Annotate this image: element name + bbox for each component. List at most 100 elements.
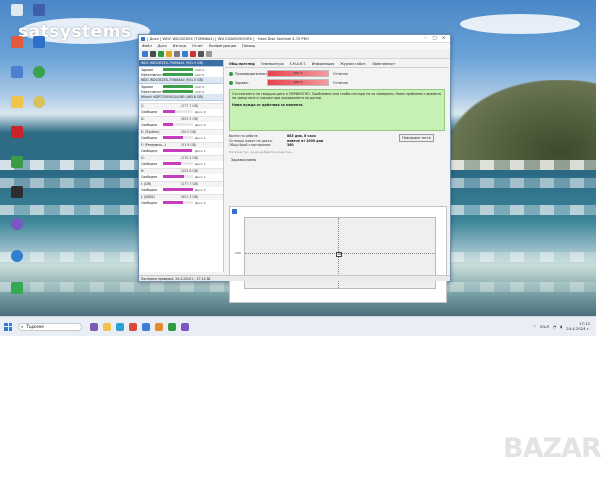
taskbar-search[interactable]: ⌕ Търсене [18,322,82,331]
disk-header[interactable]: WDC WD10EZEX-75WN4A1 (931.5 GB) [139,60,223,67]
free-label: Свободни [141,174,158,179]
task-view-icon[interactable] [90,322,98,331]
desktop-icon-app[interactable] [6,250,28,262]
desktop-icon-app[interactable] [6,36,28,48]
partition-item[interactable]: G: (270.4 GB) Свободни Диск 1 [139,155,223,166]
app-icon[interactable] [168,322,176,331]
partition-item[interactable]: F: (Резервни...) (51.9 GB) Свободни Диск 1 [139,142,223,153]
status-bar: Последна проверка: 24.4.2024 г., 17:12:3… [139,275,450,281]
partition-name: I: (DR) [141,182,152,186]
partition-name: E: (System) [141,130,160,134]
partition-disk: Диск 1 [195,148,206,153]
partition-free-bar [163,200,193,205]
repeat-test-button[interactable]: Повтаряне теста [399,134,434,142]
window-titlebar[interactable]: [ Диск ] WDC WD10EZEX (TSMN6A1) [ WD EZA… [139,35,450,43]
chart-settings-icon[interactable] [232,209,237,214]
refresh-icon[interactable] [142,50,148,57]
desktop-icon-app[interactable] [6,282,28,294]
settings-icon[interactable] [174,50,180,57]
menu-item[interactable]: Помощ [242,44,255,48]
hill-landscape [448,80,596,170]
edge-icon[interactable] [116,322,124,331]
performance-label: Ефективност [141,72,163,77]
language-indicator[interactable]: БЪЛ [540,324,549,329]
clock[interactable]: 17:12 24.4.2024 г. [566,321,590,331]
tab-event-log[interactable]: Журнал събит. [340,62,366,66]
desktop-icon-app[interactable] [6,156,28,168]
ok-icon [229,80,233,85]
system-tray: ^ БЪЛ ◔ ◖ 17:12 24.4.2024 г. [533,321,596,331]
partition-free-row: Свободни Диск 1 [139,148,223,153]
hard-disk-sentinel-window: [ Диск ] WDC WD10EZEX (TSMN6A1) [ WD EZA… [138,34,451,303]
menu-item[interactable]: Конфигурация [209,44,236,48]
alert-icon[interactable] [190,50,196,57]
network-icon[interactable]: ◔ [553,324,556,329]
status-text: Състоянието на твърдия диск е ПЕРФЕКТНО.… [232,92,442,100]
partition-item[interactable]: E: (System) (50.0 GB) Свободни Диск 1 [139,129,223,140]
desktop-icon-app[interactable] [6,186,28,198]
health-gauge: 100 % [267,79,329,86]
partition-size: (277.7 GB) [181,104,199,108]
tab-temperature[interactable]: Температура [261,62,284,66]
app-icon[interactable] [129,322,137,331]
desktop-icon-viber[interactable] [6,218,28,230]
toolbar [139,49,450,59]
desktop-icon-folder[interactable] [6,96,28,108]
partition-list: C: (277.7 GB) Свободни Диск 0 D: (653.5 GB) Св… [139,103,223,205]
viber-icon[interactable] [181,322,189,331]
data-point: 100 [336,251,343,257]
app-icon[interactable] [142,322,150,331]
partition-free-row: Свободни Диск 1 [139,161,223,166]
desktop-icon-app[interactable] [28,66,50,78]
partition-item[interactable]: D: (653.5 GB) Свободни Диск 0 [139,116,223,127]
menu-item[interactable]: Изглед [173,44,186,48]
taskbar: ⌕ Търсене ^ БЪЛ ◔ ◖ 17:12 24.4.2024 г. [0,316,596,336]
help-icon[interactable] [206,50,212,57]
desktop-icon-app[interactable] [6,66,28,78]
health-value: 100 % [195,84,205,89]
partition-item[interactable]: C: (277.7 GB) Свободни Диск 0 [139,103,223,114]
minimize-icon[interactable]: – [421,36,430,41]
partition-item[interactable]: J: (DATA) (651.3 GB) Свободни Диск 2 [139,194,223,205]
desktop-icon-app[interactable] [6,126,28,138]
section-title: Здравословно [231,157,257,162]
tab-smart[interactable]: S.M.A.R.T. [290,62,306,66]
menu-item[interactable]: Отчет [192,44,203,48]
windows-start-icon[interactable] [4,322,12,331]
advice-text: Няма нужда от действия за момента. [232,103,304,107]
metric-status: Отлично [333,71,348,76]
disk-info: Време на работа: 883 дни, 8 часа Оставащ … [229,134,445,148]
menu-item[interactable]: Диск [158,44,167,48]
disk-icon[interactable] [150,50,156,57]
report-icon[interactable] [166,50,172,57]
file-explorer-icon[interactable] [103,322,111,331]
desktop-icon-recycle-bin[interactable] [6,4,28,17]
test-icon[interactable] [158,50,164,57]
desktop-icon-app[interactable] [28,96,50,108]
info-icon[interactable] [182,50,188,57]
performance-bar [163,72,193,77]
tab-performance[interactable]: Ефективност [372,62,395,66]
tab-information[interactable]: Информация [312,62,334,66]
partition-name: F: (Резервни...) [141,143,166,147]
partition-name: G: [141,156,145,160]
maximize-icon[interactable]: □ [430,36,439,41]
close-icon[interactable]: × [439,36,448,41]
disk-header[interactable]: WDC WD10EZEX-75WN4A0 (931.5 GB) [139,77,223,84]
volume-icon[interactable]: ◖ [560,324,562,329]
partition-item[interactable]: I: (DR) (277.7 GB) Свободни Диск 2 [139,181,223,192]
add-comment-link[interactable]: Натисни тук, за да добавите коментар... [229,150,445,154]
desktop-icon-app[interactable] [28,36,50,48]
performance-label: Ефективност [141,89,163,94]
partition-item[interactable]: H: (253.8 GB) Свободни Диск 1 [139,168,223,179]
app-icon[interactable] [155,322,163,331]
disk-header[interactable]: Hitachi HDP725050GLA360 (465.8 GB) [139,94,223,101]
health-bar [163,84,193,89]
tool-icon[interactable] [198,50,204,57]
partition-size: (253.8 GB) [181,169,199,173]
tab-overview[interactable]: Общ преглед [229,62,255,66]
chevron-up-icon[interactable]: ^ [533,324,536,329]
clock-date: 24.4.2024 г. [566,325,590,331]
menu-item[interactable]: Файл [142,44,152,48]
desktop-icon-app[interactable] [28,4,50,16]
